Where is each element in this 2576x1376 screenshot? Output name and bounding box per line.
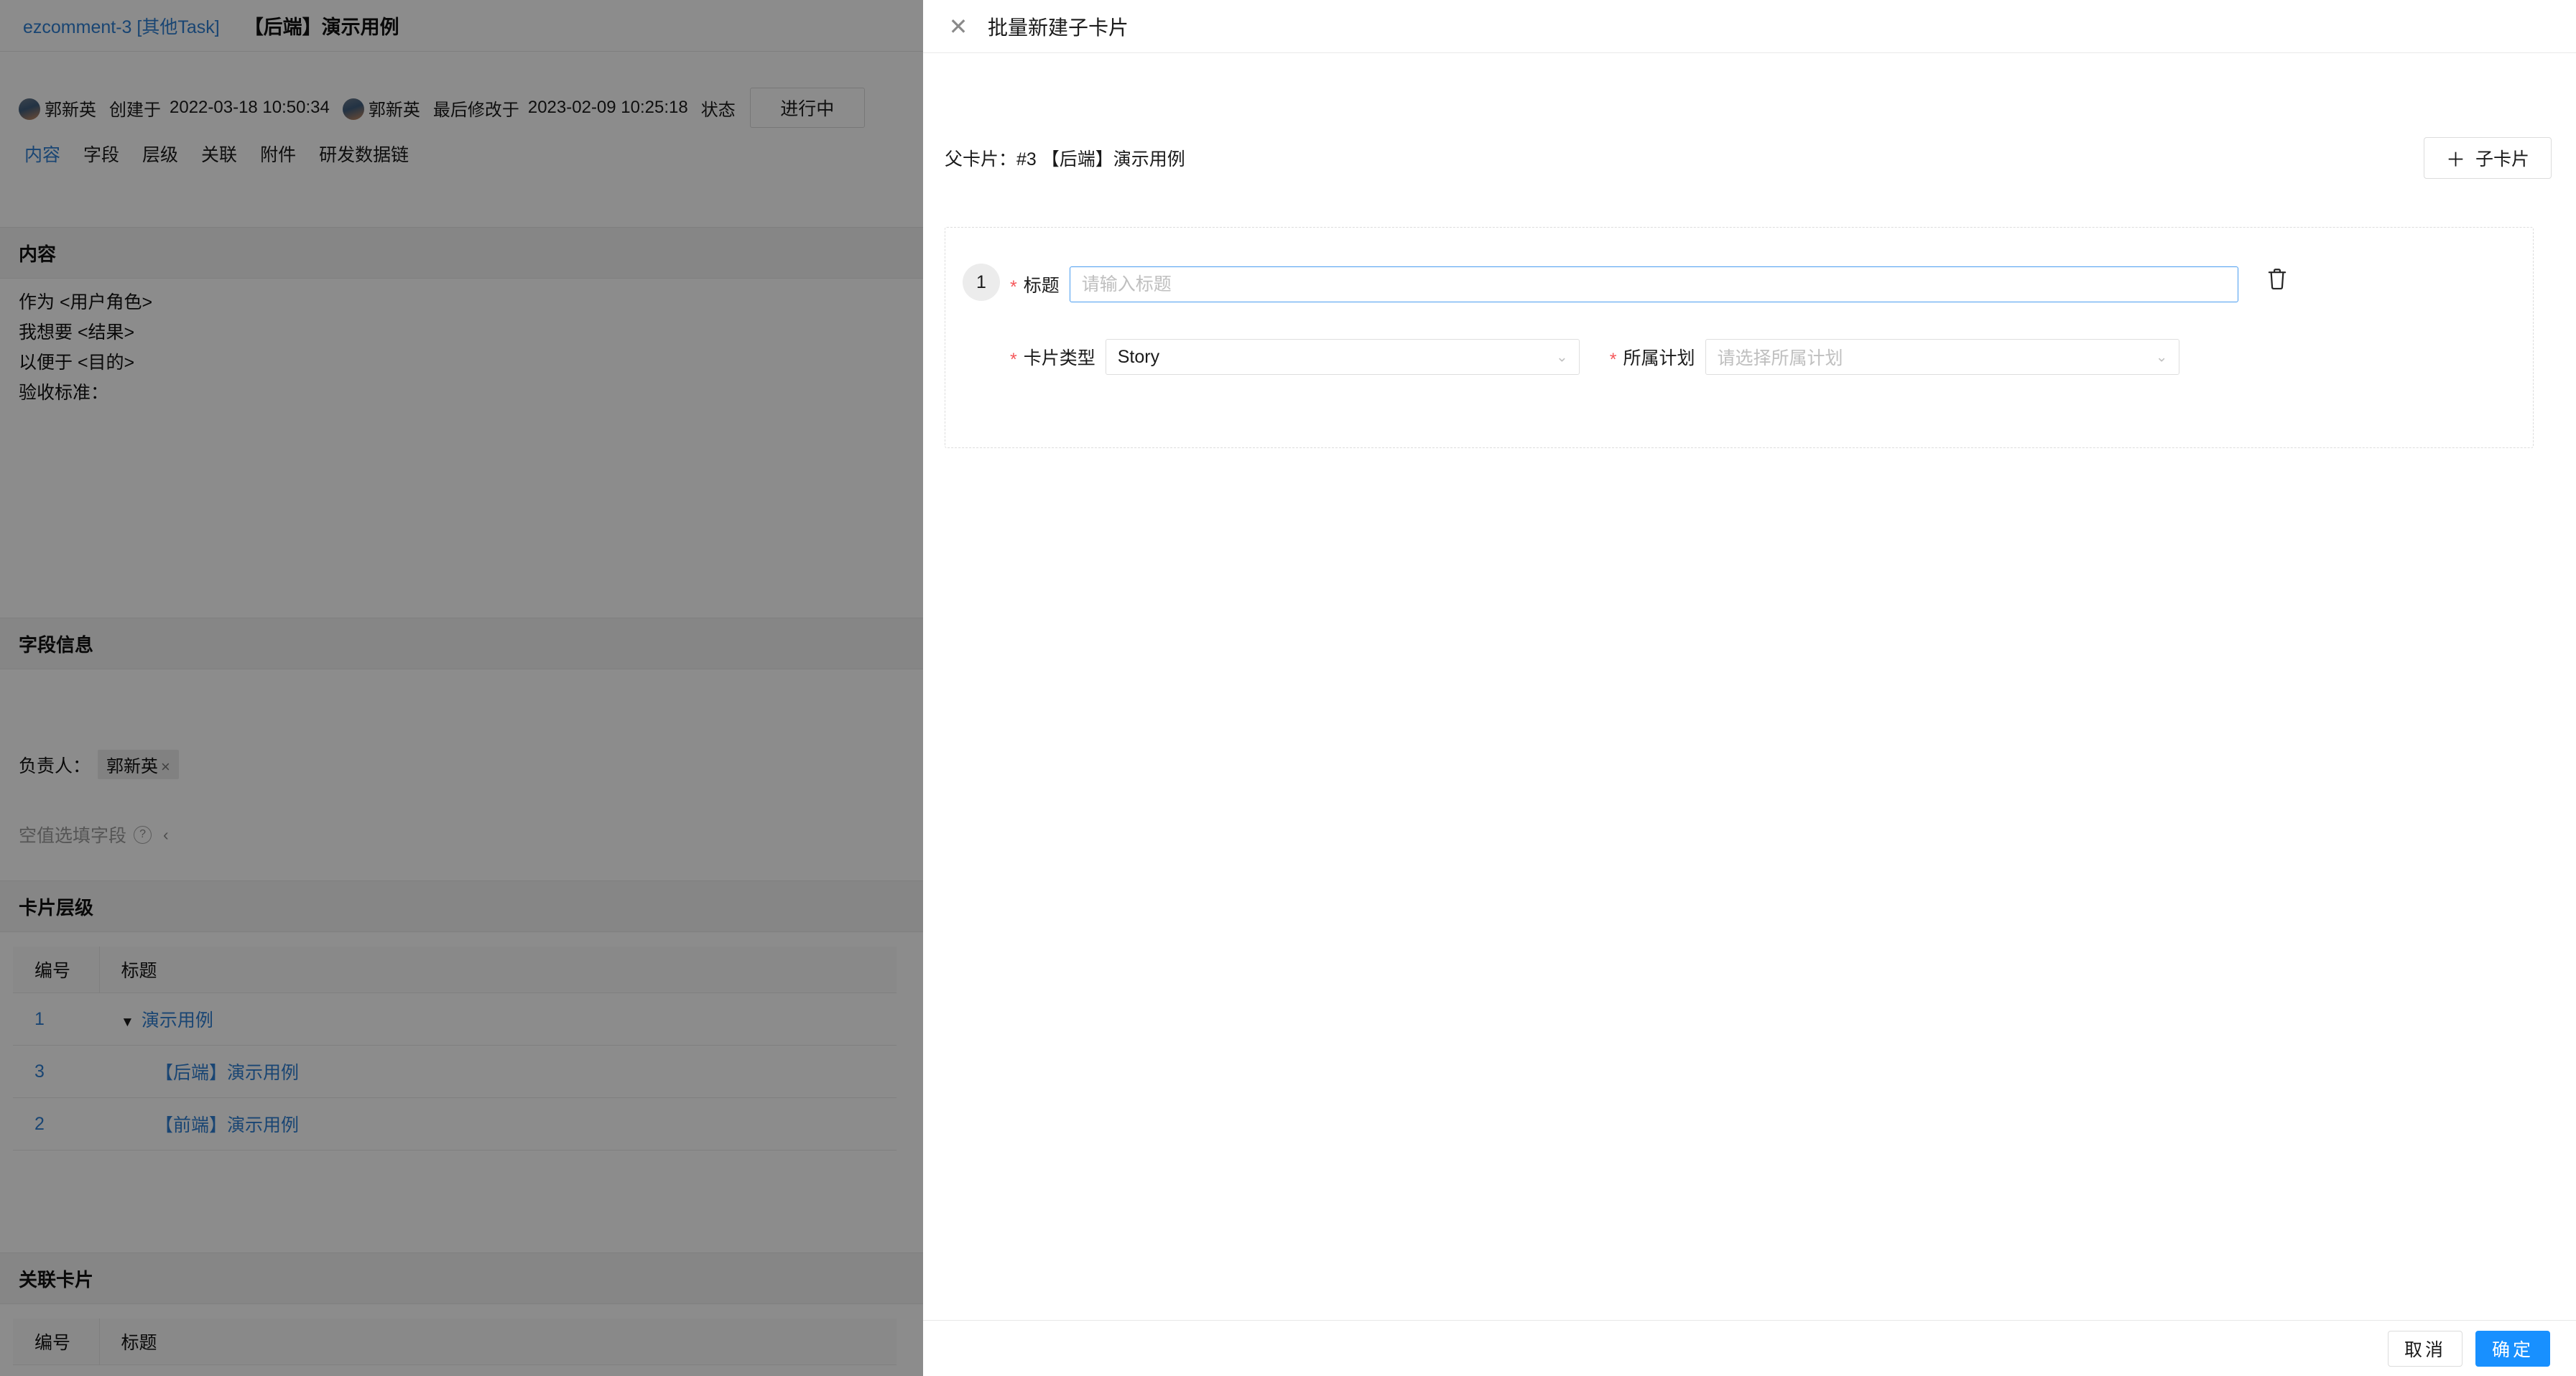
- section-header-relations: 关联卡片: [0, 1252, 923, 1304]
- row-title-link[interactable]: 【前端】演示用例: [99, 1097, 896, 1150]
- hierarchy-table: 编号 标题 1 ▼ 演示用例 3 【后端】演示用例 2 【前端】演示用例: [13, 947, 896, 1150]
- plan-select-wrap: 请选择所属计划 ⌄: [1705, 339, 2179, 375]
- owner-tag-remove-icon[interactable]: ×: [161, 758, 170, 776]
- status-badge[interactable]: 进行中: [749, 88, 865, 128]
- section-header-content: 内容: [0, 227, 923, 279]
- owner-tag-label: 郭新英: [106, 757, 159, 776]
- drawer-footer: 取消 确定: [923, 1320, 2576, 1376]
- plus-icon: ＋: [2445, 149, 2465, 171]
- empty-optional-fields-label: 空值选填字段: [19, 826, 127, 846]
- card-type-select-wrap: Story ⌄: [1105, 339, 1580, 375]
- relation-table: 编号 标题: [13, 1319, 896, 1365]
- content-tabs: 内容 字段 层级 关联 附件 研发数据链: [0, 141, 923, 182]
- modified-label: 最后修改于: [432, 100, 519, 120]
- tab-hierarchy[interactable]: 层级: [131, 141, 190, 167]
- cancel-button[interactable]: 取消: [2387, 1330, 2463, 1367]
- section-header-hierarchy: 卡片层级: [0, 880, 923, 932]
- parent-card-row: 父卡片：#3 【后端】演示用例 ＋ 子卡片: [923, 136, 2576, 180]
- drawer-title: 批量新建子卡片: [988, 16, 1129, 39]
- tab-content[interactable]: 内容: [13, 141, 72, 167]
- story-line: 以便于 <目的>: [19, 353, 135, 373]
- owner-label: 负责人：: [19, 756, 91, 776]
- type-and-plan-group: * 卡片类型 Story ⌄ * 所属计划 请选择所属计划 ⌄: [1010, 339, 2179, 375]
- owner-field: 负责人： 郭新英 ×: [19, 750, 179, 779]
- required-asterisk: *: [1010, 349, 1017, 370]
- modifier-name: 郭新英: [368, 100, 420, 120]
- title-field-label: 标题: [1023, 276, 1060, 296]
- created-label: 创建于: [109, 100, 161, 120]
- card-type-label: 卡片类型: [1023, 348, 1095, 368]
- row-title[interactable]: ▼ 演示用例: [99, 993, 896, 1046]
- breadcrumb: ezcomment-3 [其他Task] 【后端】演示用例: [0, 0, 923, 52]
- page-title: 【后端】演示用例: [244, 17, 399, 38]
- chevron-left-icon[interactable]: ‹: [163, 825, 169, 845]
- confirm-button[interactable]: 确定: [2475, 1330, 2550, 1367]
- background-page: ezcomment-3 [其他Task] 【后端】演示用例 郭新英 创建于 20…: [0, 0, 923, 1376]
- row-id: 1: [13, 993, 99, 1046]
- created-at: 2022-03-18 10:50:34: [170, 98, 330, 117]
- table-row[interactable]: 3 【后端】演示用例: [13, 1045, 896, 1098]
- tab-dev-data-chain[interactable]: 研发数据链: [307, 141, 420, 167]
- title-field-group: * 标题: [1010, 266, 2238, 302]
- breadcrumb-card-key[interactable]: ezcomment-3 [其他Task]: [23, 13, 220, 39]
- modifier-avatar: [342, 98, 364, 120]
- column-header-title: 标题: [99, 1319, 896, 1365]
- section-body-content: 作为 <用户角色> 我想要 <结果> 以便于 <目的> 验收标准：: [0, 287, 923, 524]
- column-header-title: 标题: [99, 947, 896, 993]
- table-header-row: 编号 标题: [13, 947, 896, 993]
- plan-select[interactable]: 请选择所属计划: [1705, 339, 2179, 375]
- expander-caret-icon[interactable]: ▼: [121, 1015, 134, 1030]
- story-line: 我想要 <结果>: [19, 322, 135, 343]
- subcard-form-row: 1 * 标题 * 卡片类型 Story ⌄ *: [945, 227, 2534, 448]
- tab-fields[interactable]: 字段: [72, 141, 131, 167]
- row-title-link[interactable]: 演示用例: [142, 1010, 213, 1031]
- story-line: 验收标准：: [19, 383, 109, 403]
- title-input[interactable]: [1069, 266, 2238, 302]
- status-label: 状态: [700, 100, 736, 120]
- add-subcard-label: 子卡片: [2475, 149, 2529, 169]
- section-header-fields: 字段信息: [0, 618, 923, 669]
- table-row[interactable]: 1 ▼ 演示用例: [13, 993, 896, 1046]
- question-mark-icon[interactable]: ?: [134, 825, 152, 844]
- owner-tag[interactable]: 郭新英 ×: [98, 750, 179, 779]
- row-id: 3: [13, 1045, 99, 1098]
- add-subcard-button[interactable]: ＋ 子卡片: [2423, 137, 2552, 179]
- creator-name: 郭新英: [45, 100, 96, 120]
- empty-optional-fields-toggle[interactable]: 空值选填字段 ? ‹: [19, 822, 169, 847]
- table-row[interactable]: 2 【前端】演示用例: [13, 1097, 896, 1150]
- story-line: 作为 <用户角色>: [19, 292, 153, 312]
- tab-relations[interactable]: 关联: [190, 141, 249, 167]
- batch-create-subcards-drawer: ✕ 批量新建子卡片 父卡片：#3 【后端】演示用例 ＋ 子卡片 1 * 标题 请…: [923, 0, 2576, 1376]
- delete-icon[interactable]: [2263, 265, 2292, 294]
- row-id: 2: [13, 1097, 99, 1150]
- column-header-id: 编号: [13, 1319, 100, 1365]
- tab-attachments[interactable]: 附件: [249, 141, 307, 167]
- creator-avatar: [19, 98, 40, 120]
- row-title-link[interactable]: 【后端】演示用例: [99, 1045, 896, 1098]
- required-asterisk: *: [1010, 276, 1017, 297]
- modified-at: 2023-02-09 10:25:18: [527, 98, 688, 117]
- required-asterisk: *: [1609, 349, 1617, 370]
- card-type-select[interactable]: Story: [1105, 339, 1580, 375]
- plan-label: 所属计划: [1623, 348, 1695, 368]
- parent-card-label: 父卡片：#3 【后端】演示用例: [945, 149, 1185, 169]
- column-header-id: 编号: [13, 947, 100, 993]
- row-sequence-badge: 1: [963, 264, 1000, 301]
- drawer-header: ✕ 批量新建子卡片: [923, 0, 2576, 53]
- table-header-row: 编号 标题: [13, 1319, 896, 1365]
- drawer-body: 父卡片：#3 【后端】演示用例 ＋ 子卡片 1 * 标题 *: [923, 53, 2576, 1320]
- close-icon[interactable]: ✕: [943, 11, 973, 42]
- card-meta-row: 郭新英 创建于 2022-03-18 10:50:34 郭新英 最后修改于 20…: [0, 86, 923, 129]
